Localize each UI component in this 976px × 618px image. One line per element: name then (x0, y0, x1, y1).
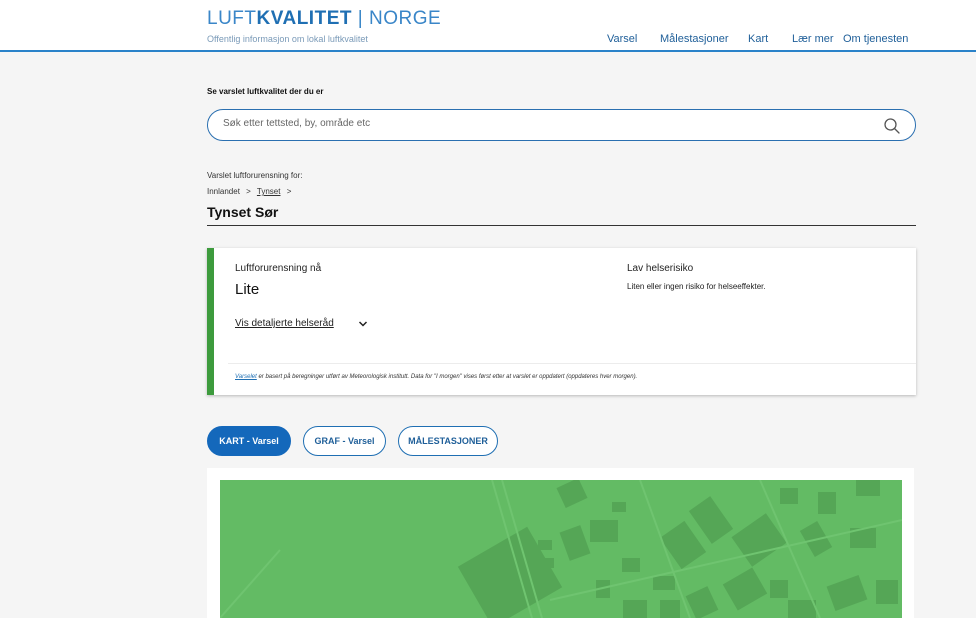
pollution-label: Luftforurensning nå (235, 263, 322, 274)
graph-forecast-button[interactable]: GRAF - Varsel (303, 426, 386, 456)
nav-varsel[interactable]: Varsel (607, 33, 637, 45)
site-header: LUFTKVALITET | NORGE Offentlig informasj… (0, 0, 976, 52)
search-icon[interactable] (883, 117, 901, 135)
forecast-note: Varselet er basert på beregninger utført… (235, 374, 637, 380)
page-title: Tynset Sør (207, 204, 279, 220)
logo-part-kvalitet: KVALITET (256, 8, 352, 29)
map-features (220, 480, 902, 618)
forecast-note-text: er basert på beregninger utført av Meteo… (256, 374, 638, 380)
forecast-map[interactable] (220, 480, 902, 618)
breadcrumb: Innlandet > Tynset > (207, 187, 295, 196)
health-advice-link[interactable]: Vis detaljerte helseråd (235, 318, 334, 329)
breadcrumb-separator: > (286, 187, 292, 196)
site-tagline: Offentlig informasjon om lokal luftkvali… (207, 34, 368, 44)
health-risk-label: Lav helserisiko (627, 263, 694, 274)
search-input[interactable] (223, 118, 863, 129)
logo-part-norge: | NORGE (351, 8, 442, 29)
logo-part-luft: LUFT (207, 8, 257, 29)
nav-kart[interactable]: Kart (748, 33, 768, 45)
breadcrumb-tynset[interactable]: Tynset (257, 187, 281, 196)
health-risk-description: Liten eller ingen risiko for helseeffekt… (627, 282, 766, 291)
measuring-stations-button[interactable]: MÅLESTASJONER (398, 426, 498, 456)
search-box (207, 109, 916, 141)
breadcrumb-separator: > (246, 187, 251, 196)
chevron-down-icon[interactable] (358, 319, 368, 329)
nav-malestasjoner[interactable]: Målestasjoner (660, 33, 728, 45)
breadcrumb-innlandet: Innlandet (207, 187, 240, 196)
search-heading: Se varslet luftkvalitet der du er (207, 87, 324, 96)
map-forecast-button[interactable]: KART - Varsel (207, 426, 291, 456)
pollution-level: Lite (235, 281, 260, 298)
nav-om-tjenesten[interactable]: Om tjenesten (843, 33, 908, 45)
card-divider (228, 363, 916, 364)
nav-laer-mer[interactable]: Lær mer (792, 33, 834, 45)
forecast-for-label: Varslet luftforurensning for: (207, 171, 303, 180)
title-divider (207, 225, 916, 226)
forecast-note-link[interactable]: Varselet (235, 374, 257, 380)
site-logo[interactable]: LUFTKVALITET | NORGE (207, 9, 441, 29)
air-quality-card: Luftforurensning nå Lite Lav helserisiko… (207, 248, 916, 395)
